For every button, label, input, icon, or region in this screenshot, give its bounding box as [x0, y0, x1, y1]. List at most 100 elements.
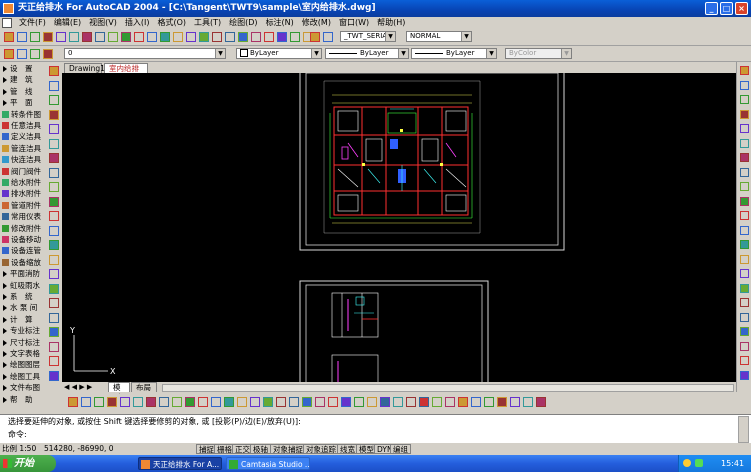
toolbar-tool-icon[interactable]: [69, 32, 79, 42]
screen-menu-item[interactable]: 计 算: [1, 315, 45, 325]
screen-menu-item[interactable]: 管连洁具: [1, 144, 45, 154]
toolbar-tool-icon[interactable]: [393, 397, 403, 407]
toolbar-tool-icon[interactable]: [17, 32, 27, 42]
toolbar-tool-icon[interactable]: [134, 32, 144, 42]
toolbar-tool-icon[interactable]: [289, 397, 299, 407]
screen-menu-item[interactable]: 设备缩放: [1, 258, 45, 268]
toolbar-tool-icon[interactable]: [49, 269, 59, 279]
command-scrollbar[interactable]: [738, 416, 749, 443]
dim-style-select[interactable]: NORMAL ▼: [406, 31, 472, 42]
app-icon[interactable]: [3, 3, 14, 14]
toolbar-tool-icon[interactable]: [95, 32, 105, 42]
screen-menu-item[interactable]: 常用仪表: [1, 212, 45, 222]
screen-menu-item[interactable]: 阀门阀件: [1, 167, 45, 177]
toolbar-tool-icon[interactable]: [49, 196, 59, 207]
toolbar-tool-icon[interactable]: [740, 356, 749, 365]
toolbar-tool-icon[interactable]: [380, 397, 390, 407]
layer-select[interactable]: 0 ▼: [64, 48, 226, 59]
toolbar-tool-icon[interactable]: [251, 32, 261, 42]
tab-drawing1[interactable]: Drawing1: [64, 63, 105, 73]
toolbar-tool-icon[interactable]: [225, 32, 235, 42]
toolbar-tool-icon[interactable]: [432, 397, 442, 407]
toolbar-tool-icon[interactable]: [198, 397, 208, 407]
screen-menu-item[interactable]: 设备移动: [1, 235, 45, 245]
toolbar-tool-icon[interactable]: [740, 66, 749, 75]
toolbar-tool-icon[interactable]: [224, 397, 234, 407]
menu-item[interactable]: 标注(N): [262, 17, 298, 29]
toolbar-tool-icon[interactable]: [4, 32, 14, 42]
toolbar-tool-icon[interactable]: [49, 370, 59, 381]
menu-item[interactable]: 文件(F): [15, 17, 50, 29]
toolbar-tool-icon[interactable]: [49, 327, 59, 337]
toolbar-tool-icon[interactable]: [147, 32, 157, 42]
toolbar-tool-icon[interactable]: [740, 283, 749, 293]
toolbar-tool-icon[interactable]: [30, 49, 40, 59]
toolbar-tool-icon[interactable]: [302, 397, 312, 407]
toolbar-tool-icon[interactable]: [740, 327, 749, 336]
toolbar-tool-icon[interactable]: [263, 397, 273, 407]
toolbar-tool-icon[interactable]: [510, 397, 520, 407]
menu-item[interactable]: 工具(T): [190, 17, 225, 29]
screen-menu-item[interactable]: 虹吸雨水: [1, 281, 45, 291]
toolbar-tool-icon[interactable]: [740, 109, 749, 119]
toolbar-tool-icon[interactable]: [406, 397, 416, 407]
linetype-select[interactable]: ByLayer ▼: [325, 48, 409, 59]
toolbar-tool-icon[interactable]: [49, 240, 59, 250]
screen-menu-item[interactable]: 平 面: [1, 98, 45, 108]
screen-menu-item[interactable]: 帮 助: [1, 395, 45, 405]
toolbar-tool-icon[interactable]: [49, 356, 59, 366]
screen-menu-item[interactable]: 尺寸标注: [1, 338, 45, 348]
toolbar-tool-icon[interactable]: [740, 182, 749, 191]
toolbar-tool-icon[interactable]: [49, 341, 59, 352]
drawing-canvas[interactable]: Y X: [62, 73, 736, 382]
toolbar-tool-icon[interactable]: [328, 397, 338, 407]
tray-icon[interactable]: [683, 459, 691, 467]
screen-menu-item[interactable]: 设备连管: [1, 246, 45, 256]
screen-menu-item[interactable]: 建 筑: [1, 75, 45, 85]
toolbar-tool-icon[interactable]: [484, 397, 494, 407]
toolbar-tool-icon[interactable]: [173, 32, 183, 42]
toolbar-tool-icon[interactable]: [740, 211, 749, 220]
toolbar-tool-icon[interactable]: [740, 95, 749, 104]
toolbar-tool-icon[interactable]: [290, 32, 300, 42]
screen-menu-item[interactable]: 系 统: [1, 292, 45, 302]
command-prompt[interactable]: 命令:: [8, 430, 27, 440]
toolbar-tool-icon[interactable]: [740, 370, 749, 380]
toolbar-tool-icon[interactable]: [172, 397, 182, 407]
toolbar-tool-icon[interactable]: [49, 283, 59, 294]
toolbar-tool-icon[interactable]: [238, 32, 248, 42]
toolbar-tool-icon[interactable]: [49, 225, 59, 236]
screen-menu-item[interactable]: 修改附件: [1, 224, 45, 234]
toolbar-tool-icon[interactable]: [276, 397, 286, 407]
screen-menu-item[interactable]: 管 线: [1, 87, 45, 97]
screen-menu-item[interactable]: 定义洁具: [1, 132, 45, 142]
toolbar-tool-icon[interactable]: [536, 397, 546, 407]
toolbar-tool-icon[interactable]: [740, 225, 749, 235]
screen-menu-item[interactable]: 任意洁具: [1, 121, 45, 131]
toolbar-tool-icon[interactable]: [458, 397, 468, 407]
toolbar-tool-icon[interactable]: [49, 138, 59, 149]
toolbar-tool-icon[interactable]: [277, 32, 287, 42]
screen-menu-item[interactable]: 平面消防: [1, 269, 45, 279]
toolbar-tool-icon[interactable]: [49, 167, 59, 178]
toolbar-tool-icon[interactable]: [445, 397, 455, 407]
toolbar-tool-icon[interactable]: [49, 182, 59, 192]
tab-layout1[interactable]: 布局1: [131, 382, 157, 402]
toolbar-tool-icon[interactable]: [49, 109, 59, 120]
toolbar-tool-icon[interactable]: [30, 32, 40, 42]
toolbar-tool-icon[interactable]: [49, 312, 59, 323]
screen-menu-item[interactable]: 水 泵 间: [1, 303, 45, 313]
minimize-button[interactable]: _: [705, 2, 718, 15]
screen-menu-item[interactable]: 给水附件: [1, 178, 45, 188]
toolbar-tool-icon[interactable]: [497, 397, 507, 407]
menu-item[interactable]: 帮助(H): [373, 17, 409, 29]
document-icon[interactable]: [2, 18, 12, 28]
horizontal-scrollbar[interactable]: [162, 384, 734, 392]
toolbar-tool-icon[interactable]: [81, 397, 91, 407]
toolbar-tool-icon[interactable]: [740, 254, 749, 264]
maximize-button[interactable]: □: [720, 2, 733, 15]
toolbar-tool-icon[interactable]: [740, 312, 749, 322]
command-window[interactable]: 选择要延伸的对象, 或按住 Shift 键选择要修剪的对象, 或 [投影(P)/…: [0, 414, 751, 443]
toolbar-tool-icon[interactable]: [108, 32, 118, 42]
menu-item[interactable]: 窗口(W): [335, 17, 373, 29]
